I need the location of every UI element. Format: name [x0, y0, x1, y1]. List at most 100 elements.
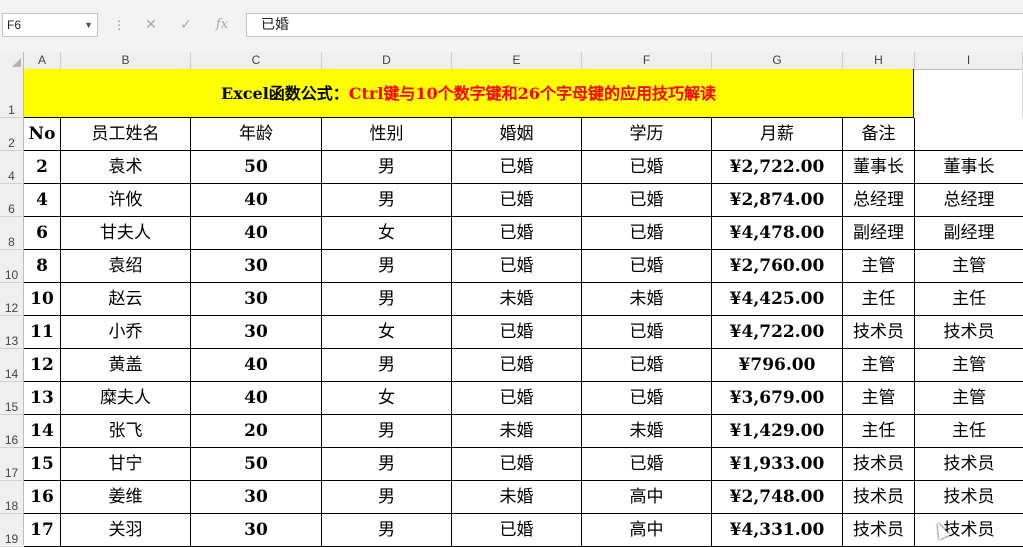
header-cell-g[interactable]: 月薪 — [712, 118, 843, 151]
cell-d-12[interactable]: 男 — [322, 283, 452, 316]
header-cell-h[interactable]: 备注 — [843, 118, 915, 151]
cell-a-14[interactable]: 12 — [24, 349, 61, 382]
cell-g-8[interactable]: ¥4,478.00 — [712, 217, 843, 250]
header-cell-e[interactable]: 婚姻 — [452, 118, 582, 151]
cell-b-12[interactable]: 赵云 — [61, 283, 191, 316]
column-header-d[interactable]: D — [322, 52, 452, 69]
header-cell-d[interactable]: 性别 — [322, 118, 452, 151]
cell-i-4[interactable]: 董事长 — [915, 151, 1023, 184]
cell-h-14[interactable]: 主管 — [843, 349, 915, 382]
cell-h-8[interactable]: 副经理 — [843, 217, 915, 250]
cell-b-14[interactable]: 黄盖 — [61, 349, 191, 382]
cell-a-16[interactable]: 14 — [24, 415, 61, 448]
cell-d-15[interactable]: 女 — [322, 382, 452, 415]
cell-e-12[interactable]: 未婚 — [452, 283, 582, 316]
cell-f-17[interactable]: 已婚 — [582, 448, 712, 481]
row-header-15[interactable]: 15 — [0, 382, 23, 415]
cell-i-6[interactable]: 总经理 — [915, 184, 1023, 217]
cell-i-13[interactable]: 技术员 — [915, 316, 1023, 349]
cell-g-18[interactable]: ¥2,748.00 — [712, 481, 843, 514]
cell-g-10[interactable]: ¥2,760.00 — [712, 250, 843, 283]
cell-f-4[interactable]: 已婚 — [582, 151, 712, 184]
cell-c-12[interactable]: 30 — [191, 283, 322, 316]
cell-h-6[interactable]: 总经理 — [843, 184, 915, 217]
cell-i-16[interactable]: 主任 — [915, 415, 1023, 448]
cell-b-13[interactable]: 小乔 — [61, 316, 191, 349]
row-header-12[interactable]: 12 — [0, 283, 23, 316]
cell-h-16[interactable]: 主任 — [843, 415, 915, 448]
cell-g-6[interactable]: ¥2,874.00 — [712, 184, 843, 217]
row-header-2[interactable]: 2 — [0, 118, 23, 151]
cell-a-19[interactable]: 17 — [24, 514, 61, 547]
header-cell-a[interactable]: No — [24, 118, 61, 151]
column-header-i[interactable]: I — [915, 52, 1023, 69]
row-header-16[interactable]: 16 — [0, 415, 23, 448]
cell-g-19[interactable]: ¥4,331.00 — [712, 514, 843, 547]
cell-h-19[interactable]: 技术员 — [843, 514, 915, 547]
cancel-icon[interactable]: ✕ — [140, 13, 162, 37]
cell-e-15[interactable]: 已婚 — [452, 382, 582, 415]
cell-b-17[interactable]: 甘宁 — [61, 448, 191, 481]
cell-h-15[interactable]: 主管 — [843, 382, 915, 415]
row-header-17[interactable]: 17 — [0, 448, 23, 481]
cell-g-4[interactable]: ¥2,722.00 — [712, 151, 843, 184]
cell-g-15[interactable]: ¥3,679.00 — [712, 382, 843, 415]
cell-g-16[interactable]: ¥1,429.00 — [712, 415, 843, 448]
cell-b-16[interactable]: 张飞 — [61, 415, 191, 448]
cell-f-18[interactable]: 高中 — [582, 481, 712, 514]
cell-g-12[interactable]: ¥4,425.00 — [712, 283, 843, 316]
cell-a-15[interactable]: 13 — [24, 382, 61, 415]
cell-g-14[interactable]: ¥796.00 — [712, 349, 843, 382]
cell-e-10[interactable]: 已婚 — [452, 250, 582, 283]
cell-a-6[interactable]: 4 — [24, 184, 61, 217]
cell-f-8[interactable]: 已婚 — [582, 217, 712, 250]
header-cell-b[interactable]: 员工姓名 — [61, 118, 191, 151]
name-box[interactable]: F6 ▼ — [2, 13, 98, 37]
cell-d-19[interactable]: 男 — [322, 514, 452, 547]
cell-c-19[interactable]: 30 — [191, 514, 322, 547]
cell-h-4[interactable]: 董事长 — [843, 151, 915, 184]
row-header-18[interactable]: 18 — [0, 481, 23, 514]
cell-b-15[interactable]: 糜夫人 — [61, 382, 191, 415]
cell-a-18[interactable]: 16 — [24, 481, 61, 514]
cell-h-13[interactable]: 技术员 — [843, 316, 915, 349]
cell-b-4[interactable]: 袁术 — [61, 151, 191, 184]
row-header-19[interactable]: 19 — [0, 514, 23, 547]
more-options-icon[interactable]: ⋮ — [113, 14, 125, 36]
cell-e-8[interactable]: 已婚 — [452, 217, 582, 250]
cell-i-15[interactable]: 主管 — [915, 382, 1023, 415]
cell-c-8[interactable]: 40 — [191, 217, 322, 250]
cell-c-10[interactable]: 30 — [191, 250, 322, 283]
cell-e-18[interactable]: 未婚 — [452, 481, 582, 514]
cell-b-18[interactable]: 姜维 — [61, 481, 191, 514]
cell-d-16[interactable]: 男 — [322, 415, 452, 448]
row-header-14[interactable]: 14 — [0, 349, 23, 382]
cell-i-14[interactable]: 主管 — [915, 349, 1023, 382]
cell-f-15[interactable]: 已婚 — [582, 382, 712, 415]
cell-a-17[interactable]: 15 — [24, 448, 61, 481]
cell-e-19[interactable]: 已婚 — [452, 514, 582, 547]
cell-c-15[interactable]: 40 — [191, 382, 322, 415]
cell-i-17[interactable]: 技术员 — [915, 448, 1023, 481]
cell-a-8[interactable]: 6 — [24, 217, 61, 250]
cell-g-17[interactable]: ¥1,933.00 — [712, 448, 843, 481]
cell-f-13[interactable]: 已婚 — [582, 316, 712, 349]
cell-f-12[interactable]: 未婚 — [582, 283, 712, 316]
cell-c-17[interactable]: 50 — [191, 448, 322, 481]
row-header-13[interactable]: 13 — [0, 316, 23, 349]
cell-b-19[interactable]: 关羽 — [61, 514, 191, 547]
row-header-10[interactable]: 10 — [0, 250, 23, 283]
cell-e-14[interactable]: 已婚 — [452, 349, 582, 382]
header-cell-i[interactable] — [915, 118, 1023, 151]
cell-c-18[interactable]: 30 — [191, 481, 322, 514]
cell-h-12[interactable]: 主任 — [843, 283, 915, 316]
cell-h-18[interactable]: 技术员 — [843, 481, 915, 514]
cell-g-13[interactable]: ¥4,722.00 — [712, 316, 843, 349]
cell-a-4[interactable]: 2 — [24, 151, 61, 184]
select-all-corner[interactable] — [0, 52, 24, 69]
cell-d-6[interactable]: 男 — [322, 184, 452, 217]
cell-e-6[interactable]: 已婚 — [452, 184, 582, 217]
cell-d-17[interactable]: 男 — [322, 448, 452, 481]
title-cell[interactable]: Excel函数公式：Ctrl键与10个数字键和26个字母键的应用技巧解读 — [24, 69, 914, 118]
cell-i-8[interactable]: 副经理 — [915, 217, 1023, 250]
